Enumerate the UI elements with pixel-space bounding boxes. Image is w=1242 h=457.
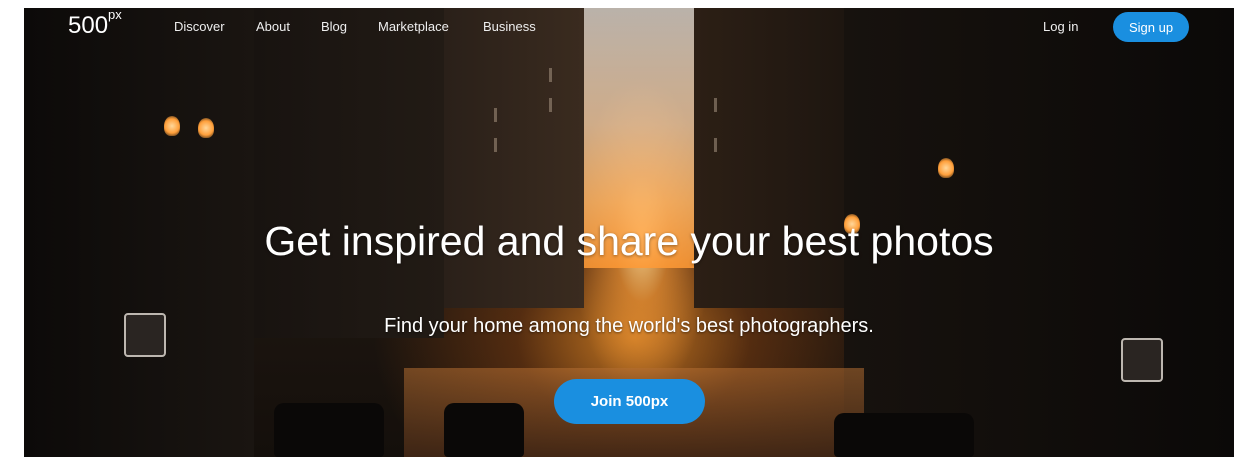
window-light <box>549 68 552 82</box>
car-silhouette <box>274 403 384 457</box>
street-lamp <box>164 116 180 136</box>
window-light <box>714 98 717 112</box>
nav-link-blog[interactable]: Blog <box>321 19 347 34</box>
window-light <box>494 108 497 122</box>
street-sign <box>1121 338 1163 382</box>
500px-logo[interactable]: 500px <box>68 7 122 40</box>
window-light <box>494 138 497 152</box>
top-navigation: 500px Discover About Blog Marketplace Bu… <box>0 0 1242 50</box>
nav-link-business[interactable]: Business <box>483 19 536 34</box>
nav-link-discover[interactable]: Discover <box>174 19 225 34</box>
login-link[interactable]: Log in <box>1043 19 1078 34</box>
street-lamp <box>198 118 214 138</box>
signup-button[interactable]: Sign up <box>1113 12 1189 42</box>
window-light <box>714 138 717 152</box>
hero-subheadline: Find your home among the world's best ph… <box>384 315 874 337</box>
hero-headline: Get inspired and share your best photos <box>264 218 994 264</box>
car-silhouette <box>444 403 524 457</box>
nav-link-about[interactable]: About <box>256 19 290 34</box>
car-silhouette <box>834 413 974 457</box>
join-500px-button[interactable]: Join 500px <box>554 379 705 424</box>
nav-link-marketplace[interactable]: Marketplace <box>378 19 449 34</box>
logo-text: 500 <box>68 12 109 39</box>
window-light <box>549 98 552 112</box>
street-lamp <box>938 158 954 178</box>
building-left-mid <box>254 8 444 338</box>
logo-suffix: px <box>108 7 122 22</box>
